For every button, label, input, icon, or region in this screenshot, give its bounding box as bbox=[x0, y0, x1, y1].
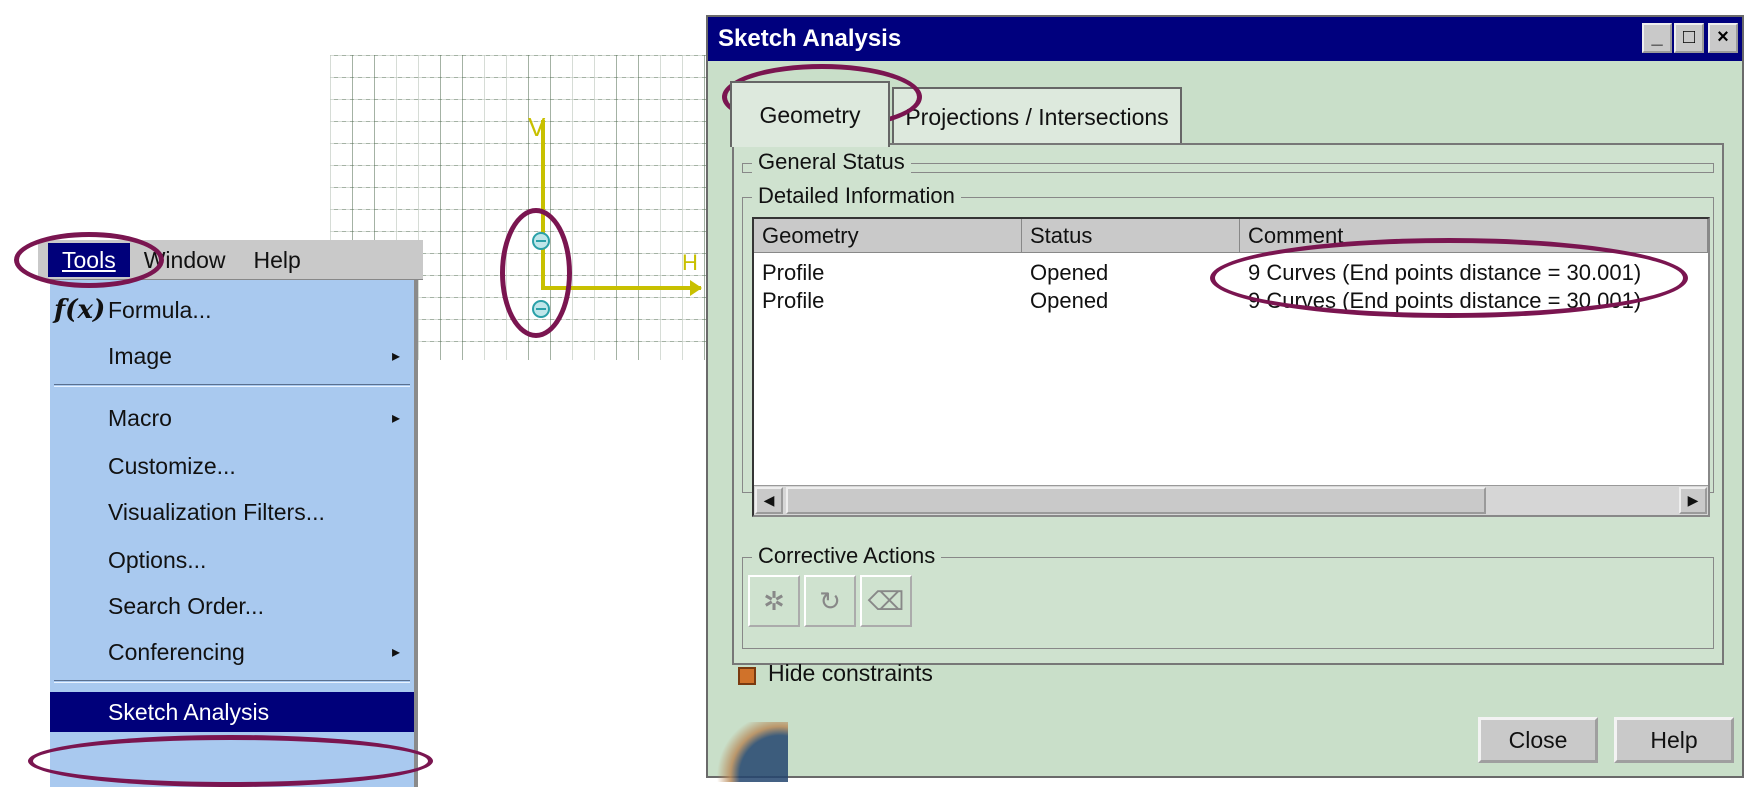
menu-item-image-label: Image bbox=[108, 342, 172, 369]
menu-item-conferencing[interactable]: Conferencing ▸ bbox=[50, 632, 414, 672]
general-status-label: General Status bbox=[752, 149, 911, 175]
sketch-analysis-dialog: Sketch Analysis _ □ × Geometry Projectio… bbox=[706, 15, 1744, 782]
tab-geometry[interactable]: Geometry bbox=[730, 81, 890, 147]
column-header-status[interactable]: Status bbox=[1022, 219, 1240, 253]
scroll-left-icon[interactable]: ◀ bbox=[755, 487, 783, 514]
column-header-geometry[interactable]: Geometry bbox=[754, 219, 1022, 253]
table-row-2-geometry[interactable]: Profile bbox=[762, 287, 824, 315]
minimize-button[interactable]: _ bbox=[1642, 23, 1672, 53]
curve-fix-icon: ✲ bbox=[763, 585, 785, 616]
menu-item-macro-label: Macro bbox=[108, 404, 172, 431]
menu-item-visualization-filters[interactable]: Visualization Filters... bbox=[50, 492, 414, 532]
menu-help[interactable]: Help bbox=[240, 243, 315, 277]
corrective-action-2-button[interactable]: ↻ bbox=[804, 575, 856, 627]
menu-separator bbox=[54, 680, 410, 683]
close-window-button[interactable]: × bbox=[1708, 23, 1738, 53]
menu-item-visualization-filters-label: Visualization Filters... bbox=[108, 498, 325, 525]
annotation-ellipse-constraints bbox=[500, 208, 572, 338]
table-row-1-geometry[interactable]: Profile bbox=[762, 259, 824, 287]
menu-item-macro[interactable]: Macro ▸ bbox=[50, 398, 414, 438]
table-row-2-status[interactable]: Opened bbox=[1030, 287, 1108, 315]
table-row-1-status[interactable]: Opened bbox=[1030, 259, 1108, 287]
menu-item-formula-label: Formula... bbox=[108, 296, 212, 323]
tab-projections-intersections[interactable]: Projections / Intersections bbox=[892, 87, 1182, 145]
dialog-title-bar[interactable]: Sketch Analysis bbox=[708, 17, 1742, 61]
annotation-ellipse-comment bbox=[1210, 238, 1688, 318]
menu-item-customize-label: Customize... bbox=[108, 452, 236, 479]
sketch-h-label: H bbox=[682, 250, 698, 275]
eraser-icon: ⌫ bbox=[867, 585, 905, 616]
submenu-arrow-icon: ▸ bbox=[391, 410, 400, 427]
tools-menu: f(x) Formula... Image ▸ Macro ▸ Customiz… bbox=[50, 280, 418, 787]
annotation-ellipse-sketch-analysis bbox=[28, 735, 433, 787]
menu-item-options[interactable]: Options... bbox=[50, 540, 414, 580]
corrective-action-1-button[interactable]: ✲ bbox=[748, 575, 800, 627]
menu-separator bbox=[54, 384, 410, 387]
hide-constraints-checkbox[interactable] bbox=[738, 667, 756, 685]
sketch-v-label: V bbox=[528, 112, 546, 142]
menu-item-customize[interactable]: Customize... bbox=[50, 446, 414, 486]
maximize-button[interactable]: □ bbox=[1674, 23, 1704, 53]
scroll-right-icon[interactable]: ▶ bbox=[1679, 487, 1707, 514]
help-button[interactable]: Help bbox=[1614, 717, 1734, 763]
annotation-ellipse-tools bbox=[14, 232, 164, 288]
menu-item-search-order[interactable]: Search Order... bbox=[50, 586, 414, 626]
menu-item-conferencing-label: Conferencing bbox=[108, 638, 245, 665]
corrective-action-3-button[interactable]: ⌫ bbox=[860, 575, 912, 627]
menu-item-formula[interactable]: f(x) Formula... bbox=[50, 290, 414, 330]
rotate-fix-icon: ↻ bbox=[819, 585, 841, 616]
formula-icon: f(x) bbox=[54, 295, 106, 325]
horizontal-scrollbar[interactable]: ◀ ▶ bbox=[754, 485, 1708, 515]
submenu-arrow-icon: ▸ bbox=[391, 348, 400, 365]
catia-logo-icon bbox=[708, 722, 788, 782]
submenu-arrow-icon: ▸ bbox=[391, 644, 400, 661]
sketch-h-axis-arrow-icon bbox=[690, 280, 702, 296]
detailed-info-label: Detailed Information bbox=[752, 183, 961, 209]
menu-item-sketch-analysis-label: Sketch Analysis bbox=[108, 698, 270, 725]
close-button[interactable]: Close bbox=[1478, 717, 1598, 763]
menu-item-sketch-analysis[interactable]: Sketch Analysis bbox=[50, 692, 414, 732]
menu-item-image[interactable]: Image ▸ bbox=[50, 336, 414, 376]
scrollbar-thumb[interactable] bbox=[786, 487, 1486, 514]
menu-item-options-label: Options... bbox=[108, 546, 207, 573]
corrective-actions-label: Corrective Actions bbox=[752, 543, 942, 569]
hide-constraints-label: Hide constraints bbox=[768, 660, 933, 686]
menu-item-search-order-label: Search Order... bbox=[108, 592, 264, 619]
dialog-title: Sketch Analysis bbox=[718, 25, 902, 52]
